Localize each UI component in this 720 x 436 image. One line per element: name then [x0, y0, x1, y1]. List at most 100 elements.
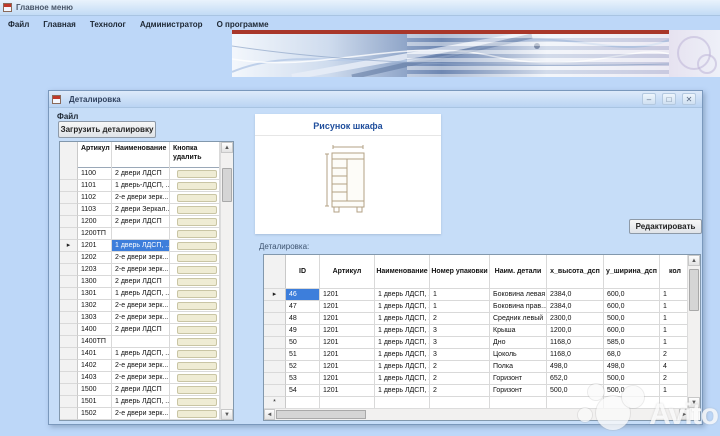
cell[interactable]: 500,0: [604, 373, 660, 385]
table-row[interactable]: 1400ТП: [60, 336, 220, 348]
cell[interactable]: 1 дверь ЛДСП, ...: [375, 337, 430, 349]
delete-button[interactable]: [177, 290, 217, 298]
table-row[interactable]: 1102 2-е двери зерк...: [60, 192, 220, 204]
name-cell[interactable]: 1 дверь-ЛДСП, ...: [112, 180, 170, 192]
cell[interactable]: 1: [660, 337, 690, 349]
table-row[interactable]: ▸ 46 1201 1 дверь ЛДСП, ... 1 Боковина левая 2…: [264, 289, 690, 301]
article-cell[interactable]: 1203: [78, 264, 112, 276]
table-row[interactable]: 1401 1 дверь ЛДСП, ...: [60, 348, 220, 360]
delete-button[interactable]: [177, 230, 217, 238]
cell[interactable]: 1 дверь ЛДСП, ...: [375, 289, 430, 301]
table-row[interactable]: 53 1201 1 дверь ЛДСП, ... 2 Горизонт 652,0 500…: [264, 373, 690, 385]
delete-button[interactable]: [177, 218, 217, 226]
cell[interactable]: 652,0: [547, 373, 604, 385]
name-cell[interactable]: 2-е двери зерк...: [112, 300, 170, 312]
scrollbar-thumb[interactable]: [276, 410, 366, 419]
cell[interactable]: 500,0: [604, 385, 660, 397]
table-row[interactable]: 54 1201 1 дверь ЛДСП, ... 2 Горизонт 500,0 500…: [264, 385, 690, 397]
cell[interactable]: 3: [430, 325, 490, 337]
cell[interactable]: 1: [430, 301, 490, 313]
delete-button[interactable]: [177, 278, 217, 286]
cell[interactable]: 500,0: [604, 313, 660, 325]
cell[interactable]: Цоколь: [490, 349, 547, 361]
row-header[interactable]: [264, 373, 286, 385]
restore-button[interactable]: □: [662, 93, 676, 105]
scroll-down-icon[interactable]: ▼: [221, 409, 233, 420]
name-cell[interactable]: [112, 228, 170, 240]
cell[interactable]: 1168,0: [547, 349, 604, 361]
table-row[interactable]: 1200 2 двери ЛДСП: [60, 216, 220, 228]
row-header[interactable]: [60, 408, 78, 420]
row-header[interactable]: [60, 216, 78, 228]
table-row[interactable]: 1101 1 дверь-ЛДСП, ...: [60, 180, 220, 192]
cell[interactable]: 46: [286, 289, 320, 301]
row-header[interactable]: [60, 312, 78, 324]
column-header[interactable]: Артикул: [320, 255, 375, 289]
delete-button[interactable]: [177, 206, 217, 214]
close-button[interactable]: ✕: [682, 93, 696, 105]
delete-button[interactable]: [177, 398, 217, 406]
delete-button[interactable]: [177, 194, 217, 202]
column-header[interactable]: Артикул: [78, 142, 112, 168]
cell[interactable]: 51: [286, 349, 320, 361]
cell[interactable]: 498,0: [604, 361, 660, 373]
column-header[interactable]: Наименование: [112, 142, 170, 168]
row-header[interactable]: [60, 348, 78, 360]
table-row[interactable]: 47 1201 1 дверь ЛДСП, ... 1 Боковина прав...…: [264, 301, 690, 313]
menu-item-administrator[interactable]: Администратор: [140, 20, 203, 29]
row-header[interactable]: [60, 360, 78, 372]
cell[interactable]: 1201: [320, 373, 375, 385]
article-cell[interactable]: 1103: [78, 204, 112, 216]
cell[interactable]: 1: [660, 313, 690, 325]
cell[interactable]: 600,0: [604, 301, 660, 313]
delete-button[interactable]: [177, 386, 217, 394]
menu-item-file-child[interactable]: Файл: [57, 112, 78, 121]
column-header[interactable]: у_ширина_дсп: [604, 255, 660, 289]
name-cell[interactable]: 2-е двери зерк...: [112, 372, 170, 384]
table-row[interactable]: 1500 2 двери ЛДСП: [60, 384, 220, 396]
cell[interactable]: 1201: [320, 349, 375, 361]
cell[interactable]: 1 дверь ЛДСП, ...: [375, 301, 430, 313]
name-cell[interactable]: 2 двери ЛДСП: [112, 324, 170, 336]
cell[interactable]: Средник левый: [490, 313, 547, 325]
cell[interactable]: 1200,0: [547, 325, 604, 337]
cell[interactable]: 2: [430, 373, 490, 385]
scrollbar-thumb[interactable]: [222, 168, 232, 202]
cell[interactable]: 1: [660, 301, 690, 313]
delete-button[interactable]: [177, 242, 217, 250]
cell[interactable]: 50: [286, 337, 320, 349]
name-cell[interactable]: 1 дверь ЛДСП, ...: [112, 396, 170, 408]
cell[interactable]: 49: [286, 325, 320, 337]
name-cell[interactable]: 2 двери ЛДСП: [112, 384, 170, 396]
article-cell[interactable]: 1301: [78, 288, 112, 300]
cell[interactable]: Боковина прав...: [490, 301, 547, 313]
articles-vertical-scrollbar[interactable]: ▲ ▼: [220, 142, 233, 420]
row-header[interactable]: [60, 192, 78, 204]
delete-button[interactable]: [177, 410, 217, 418]
cell[interactable]: 52: [286, 361, 320, 373]
table-row[interactable]: 51 1201 1 дверь ЛДСП, ... 3 Цоколь 1168,0 68,0…: [264, 349, 690, 361]
menu-item-home[interactable]: Главная: [43, 20, 76, 29]
column-header[interactable]: x_высота_дсп: [547, 255, 604, 289]
cell[interactable]: 1: [660, 385, 690, 397]
load-detail-button[interactable]: Загрузить деталировку: [58, 121, 156, 138]
scroll-up-icon[interactable]: ▲: [221, 142, 233, 153]
delete-button[interactable]: [177, 182, 217, 190]
cell[interactable]: 498,0: [547, 361, 604, 373]
cell[interactable]: 2: [660, 349, 690, 361]
article-cell[interactable]: 1502: [78, 408, 112, 420]
cell[interactable]: 1: [660, 289, 690, 301]
article-cell[interactable]: 1403: [78, 372, 112, 384]
table-row[interactable]: 52 1201 1 дверь ЛДСП, ... 2 Полка 498,0 498,0 4: [264, 361, 690, 373]
cell[interactable]: 600,0: [604, 325, 660, 337]
cell[interactable]: 1 дверь ЛДСП, ...: [375, 325, 430, 337]
column-header[interactable]: Номер упаковки: [430, 255, 490, 289]
column-header[interactable]: ID: [286, 255, 320, 289]
cell[interactable]: 3: [430, 349, 490, 361]
delete-button[interactable]: [177, 302, 217, 310]
article-cell[interactable]: 1500: [78, 384, 112, 396]
row-header[interactable]: [60, 288, 78, 300]
cell[interactable]: 1201: [320, 313, 375, 325]
cell[interactable]: 3: [430, 337, 490, 349]
row-header[interactable]: [60, 336, 78, 348]
